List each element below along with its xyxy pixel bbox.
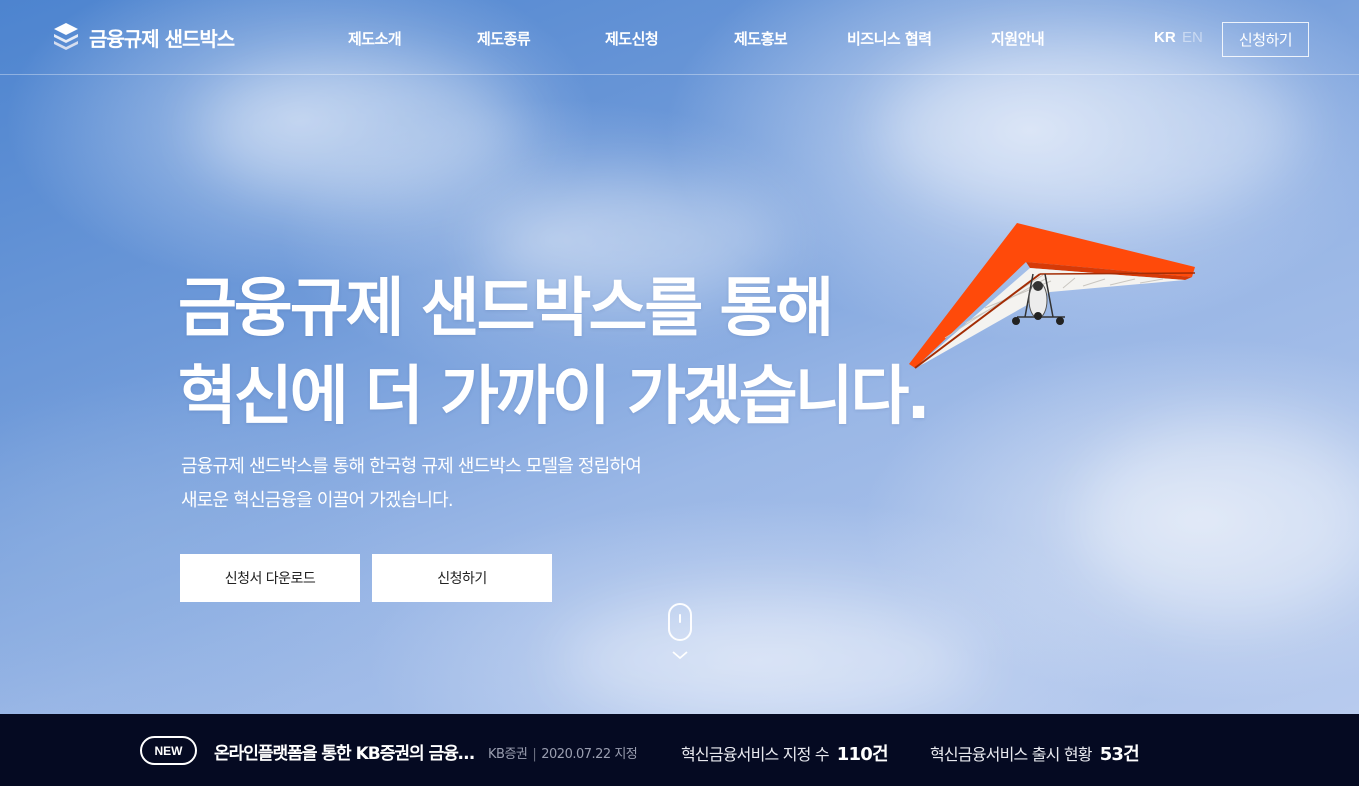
hero-apply-button[interactable]: 신청하기 [372, 554, 552, 602]
hero-subtext-line2: 새로운 혁신금융을 이끌어 가겠습니다. [181, 490, 454, 511]
download-form-button[interactable]: 신청서 다운로드 [180, 554, 360, 602]
news-meta: KB증권 | 2020.07.22 지정 [488, 743, 638, 762]
lang-en-link[interactable]: EN [1182, 29, 1203, 46]
nav-item-business[interactable]: 비즈니스 협력 [847, 28, 932, 49]
stat-launched-count[interactable]: 혁신금융서비스 출시 현황 53건 [930, 740, 1140, 766]
scroll-wheel [679, 614, 681, 623]
cloud-shape [200, 60, 520, 200]
cloud-shape [1080, 420, 1359, 620]
meta-divider: | [532, 747, 537, 762]
chevron-down-icon[interactable] [672, 650, 688, 660]
header-apply-button[interactable]: 신청하기 [1222, 22, 1309, 57]
hero-headline-line2: 혁신에 더 가까이 가겠습니다. [178, 360, 931, 434]
hero-headline: 금융규제 샌드박스를 통해 혁신에 더 가까이 가겠습니다. [178, 265, 931, 441]
nav-item-types[interactable]: 제도종류 [477, 28, 531, 49]
news-title-link[interactable]: 온라인플랫폼을 통한 KB증권의 금융상품 판매 [214, 739, 476, 764]
nav-item-promotion[interactable]: 제도홍보 [734, 28, 788, 49]
hang-glider-image [909, 223, 1196, 369]
nav-item-support[interactable]: 지원안내 [991, 28, 1045, 49]
nav-item-apply[interactable]: 제도신청 [605, 28, 659, 49]
hero-subtext-line1: 금융규제 샌드박스를 통해 한국형 규제 샌드박스 모델을 정립하여 [181, 456, 642, 477]
lang-kr-link[interactable]: KR [1154, 29, 1176, 46]
logo-text: 금융규제 샌드박스 [89, 26, 235, 51]
stat-launched-label: 혁신금융서비스 출시 현황 [930, 745, 1093, 764]
nav-item-intro[interactable]: 제도소개 [348, 28, 402, 49]
news-stats-bar: NEW 온라인플랫폼을 통한 KB증권의 금융상품 판매 KB증권 | 2020.0… [0, 714, 1359, 786]
layers-logo-icon [54, 23, 78, 50]
site-header: 금융규제 샌드박스 제도소개 제도종류 제도신청 제도홍보 비즈니스 협력 지원… [0, 0, 1359, 75]
scroll-mouse-icon[interactable] [668, 603, 692, 641]
hero-headline-line1: 금융규제 샌드박스를 통해 [178, 272, 834, 346]
cloud-shape [560, 600, 980, 714]
stat-designated-label: 혁신금융서비스 지정 수 [681, 745, 830, 764]
news-company: KB증권 [488, 747, 528, 762]
stat-designated-count[interactable]: 혁신금융서비스 지정 수 110건 [681, 740, 889, 766]
site-logo[interactable]: 금융규제 샌드박스 [53, 21, 235, 53]
new-badge: NEW [140, 736, 197, 765]
stat-designated-value: 110건 [836, 744, 889, 765]
hero-subtext: 금융규제 샌드박스를 통해 한국형 규제 샌드박스 모델을 정립하여 새로운 혁… [181, 450, 642, 518]
stat-launched-value: 53건 [1099, 744, 1140, 765]
news-date: 2020.07.22 지정 [541, 747, 638, 762]
